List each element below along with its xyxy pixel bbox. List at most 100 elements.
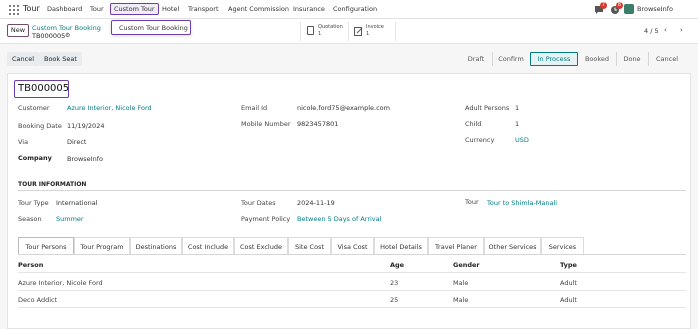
adult-persons-label: Adult Persons — [465, 104, 510, 112]
table-cell-person[interactable]: Azure Interior, Nicole Ford — [18, 279, 103, 287]
customer-label: Customer — [18, 104, 50, 112]
company-field[interactable]: BrowseInfo — [67, 155, 103, 163]
column-gender[interactable]: Gender — [453, 261, 480, 269]
season-field[interactable]: Summer — [56, 215, 84, 223]
breadcrumb-current: TB000005 — [32, 32, 66, 40]
quotation-label: Quotation — [318, 24, 343, 30]
menu-dashboard[interactable]: Dashboard — [47, 5, 82, 13]
quotation-count: 1 — [318, 31, 322, 37]
column-person[interactable]: Person — [18, 261, 43, 269]
activities-badge: 8 — [616, 2, 623, 9]
tab-other-services[interactable]: Other Services — [484, 237, 541, 255]
via-field[interactable]: Direct — [67, 138, 86, 146]
table-cell-type[interactable]: Adult — [560, 296, 577, 304]
app-name[interactable]: Tour — [23, 4, 40, 13]
section-title: TOUR INFORMATION — [18, 181, 87, 188]
tab-visa-cost[interactable]: Visa Cost — [331, 237, 374, 255]
dropdown-item-custom-tour-booking[interactable]: Custom Tour Booking — [119, 24, 188, 32]
table-cell-gender[interactable]: Male — [453, 296, 468, 304]
chevron-right-icon[interactable]: › — [680, 26, 683, 34]
mobile-label: Mobile Number — [241, 120, 291, 128]
stage-divider — [648, 52, 649, 66]
control-panel: New Custom Tour Booking TB000005 ⚙ Quota… — [0, 19, 698, 44]
menu-transport[interactable]: Transport — [188, 5, 219, 13]
stage-divider — [616, 52, 617, 66]
table-cell-type[interactable]: Adult — [560, 279, 577, 287]
tabs-underline — [18, 254, 686, 255]
menu-configuration[interactable]: Configuration — [333, 5, 377, 13]
child-label: Child — [465, 120, 482, 128]
payment-policy-field[interactable]: Between 5 Days of Arrival — [297, 215, 381, 223]
email-field[interactable]: nicole.ford75@example.com — [297, 104, 390, 112]
booking-date-label: Booking Date — [18, 122, 62, 130]
new-button[interactable]: New — [7, 24, 29, 37]
tour-field[interactable]: Tour to Shimla-Manali — [487, 199, 557, 207]
app-menu-icon[interactable] — [9, 5, 19, 15]
custom-tour-dropdown: Custom Tour Booking — [111, 20, 191, 35]
table-row-divider — [18, 307, 686, 308]
payment-policy-label: Payment Policy — [241, 215, 291, 223]
menu-custom-tour[interactable]: Custom Tour — [110, 3, 159, 15]
tab-travel-planer[interactable]: Travel Planer — [428, 237, 484, 255]
tour-type-field[interactable]: International — [56, 199, 98, 207]
company-avatar[interactable] — [624, 4, 634, 14]
company-label: Company — [18, 154, 52, 162]
tour-label: Tour — [465, 198, 479, 206]
status-bar: Cancel Book Seat Draft Confirm In Proces… — [0, 45, 698, 73]
breadcrumb-parent[interactable]: Custom Tour Booking — [32, 24, 101, 32]
email-label: Email Id — [241, 104, 268, 112]
section-divider — [18, 190, 686, 191]
menu-agent-commission[interactable]: Agent Commission — [228, 5, 289, 13]
customer-field[interactable]: Azure Interior, Nicole Ford — [67, 104, 152, 112]
cancel-button[interactable]: Cancel — [7, 52, 40, 66]
invoice-smart-button[interactable]: Invoice 1 — [348, 22, 396, 41]
tab-destinations[interactable]: Destinations — [130, 237, 182, 255]
menu-tour[interactable]: Tour — [90, 5, 104, 13]
tour-dates-field[interactable]: 2024-11-19 — [297, 199, 335, 207]
chevron-left-icon[interactable]: ‹ — [664, 26, 667, 34]
table-row-divider — [18, 290, 686, 291]
gear-icon[interactable]: ⚙ — [65, 32, 70, 39]
document-icon — [307, 26, 314, 35]
stage-divider — [492, 52, 493, 66]
table-cell-age[interactable]: 23 — [390, 279, 398, 287]
mobile-field[interactable]: 9823457801 — [297, 120, 338, 128]
tab-hotel-details[interactable]: Hotel Details — [374, 237, 428, 255]
tab-site-cost[interactable]: Site Cost — [288, 237, 331, 255]
season-label: Season — [18, 215, 42, 223]
pager-value[interactable]: 4 / 5 — [644, 27, 659, 35]
adult-persons-field[interactable]: 1 — [515, 104, 519, 112]
book-seat-button[interactable]: Book Seat — [39, 52, 82, 66]
tab-cost-exclude[interactable]: Cost Exclude — [234, 237, 288, 255]
table-cell-gender[interactable]: Male — [453, 279, 468, 287]
stage-confirm[interactable]: Confirm — [494, 52, 528, 66]
booking-reference: TB000005 — [14, 80, 69, 98]
booking-date-field[interactable]: 11/19/2024 — [67, 122, 104, 130]
messages-badge: 7 — [600, 2, 607, 9]
stage-draft[interactable]: Draft — [461, 52, 491, 66]
menu-hotel[interactable]: Hotel — [162, 5, 179, 13]
child-field[interactable]: 1 — [515, 120, 519, 128]
invoice-count: 1 — [366, 31, 370, 37]
table-cell-person[interactable]: Deco Addict — [18, 296, 57, 304]
tab-cost-include[interactable]: Cost Include — [182, 237, 234, 255]
tab-tour-persons[interactable]: Tour Persons — [18, 237, 74, 255]
top-navbar: Tour Dashboard Tour Custom Tour Hotel Tr… — [0, 0, 698, 19]
tour-type-label: Tour Type — [18, 199, 49, 207]
column-age[interactable]: Age — [390, 261, 404, 269]
quotation-smart-button[interactable]: Quotation 1 — [300, 22, 348, 41]
tab-services[interactable]: Services — [541, 237, 584, 255]
stage-done[interactable]: Done — [618, 52, 646, 66]
stage-booked[interactable]: Booked — [580, 52, 614, 66]
company-switcher[interactable]: BrowseInfo — [637, 5, 673, 13]
column-type[interactable]: Type — [560, 261, 577, 269]
stage-in-process[interactable]: In Process — [530, 52, 578, 66]
currency-field[interactable]: USD — [515, 136, 529, 144]
table-cell-age[interactable]: 25 — [390, 296, 398, 304]
table-header-divider — [18, 272, 686, 273]
stage-cancel[interactable]: Cancel — [650, 52, 684, 66]
menu-insurance[interactable]: Insurance — [293, 5, 325, 13]
pencil-square-icon — [354, 27, 363, 36]
via-label: Via — [18, 138, 29, 146]
tab-tour-program[interactable]: Tour Program — [74, 237, 130, 255]
